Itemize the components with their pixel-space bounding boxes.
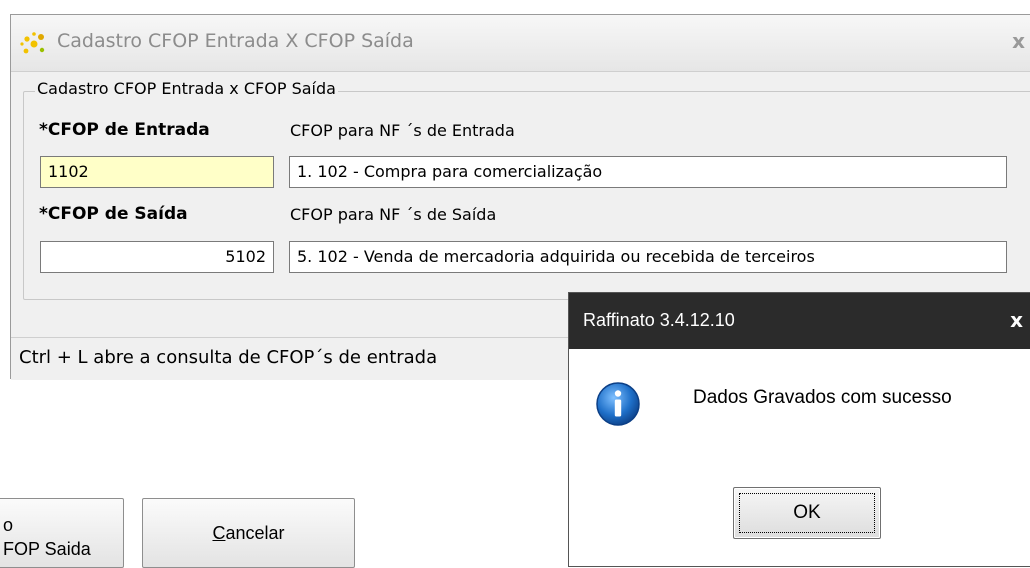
ok-button[interactable]: OK: [733, 487, 881, 539]
cancel-label: ancelar: [225, 522, 285, 543]
cancel-button[interactable]: Cancelar: [142, 498, 355, 568]
cfop-saida-code-input[interactable]: 5102: [40, 241, 274, 273]
window-title: Cadastro CFOP Entrada X CFOP Saída: [57, 30, 414, 52]
message-dialog: Raffinato 3.4.12.10 x Dados Gravados com…: [568, 292, 1030, 567]
cfop-saida-button-line2: FOP Saida: [3, 539, 91, 559]
info-icon: [596, 382, 640, 426]
dialog-titlebar[interactable]: Raffinato 3.4.12.10 x: [569, 293, 1030, 349]
main-titlebar[interactable]: Cadastro CFOP Entrada X CFOP Saída x: [11, 15, 1030, 72]
cfop-saida-button[interactable]: o FOP Saida: [0, 498, 124, 568]
cfop-entrada-desc-label: CFOP para NF ´s de Entrada: [290, 121, 515, 140]
close-icon[interactable]: x: [1010, 308, 1023, 332]
dialog-message: Dados Gravados com sucesso: [693, 387, 952, 408]
cfop-entrada-desc-input[interactable]: 1. 102 - Compra para comercialização: [289, 156, 1007, 188]
group-title: Cadastro CFOP Entrada x CFOP Saída: [35, 79, 338, 98]
sparkle-app-icon: [20, 32, 45, 54]
ok-button-label: OK: [739, 493, 875, 533]
cfop-entrada-label: *CFOP de Entrada: [39, 120, 210, 140]
cfop-saida-label: *CFOP de Saída: [39, 204, 188, 224]
dialog-title: Raffinato 3.4.12.10: [583, 310, 735, 330]
cfop-saida-button-line1: o: [3, 515, 14, 535]
close-icon[interactable]: x: [1012, 29, 1025, 53]
status-hint-text: Ctrl + L abre a consulta de CFOP´s de en…: [19, 347, 438, 368]
cfop-saida-desc-label: CFOP para NF ´s de Saída: [290, 205, 497, 224]
cancel-mnemonic: C: [212, 522, 226, 543]
cfop-saida-desc-input[interactable]: 5. 102 - Venda de mercadoria adquirida o…: [289, 241, 1007, 273]
cfop-entrada-code-input[interactable]: 1102: [40, 156, 274, 188]
